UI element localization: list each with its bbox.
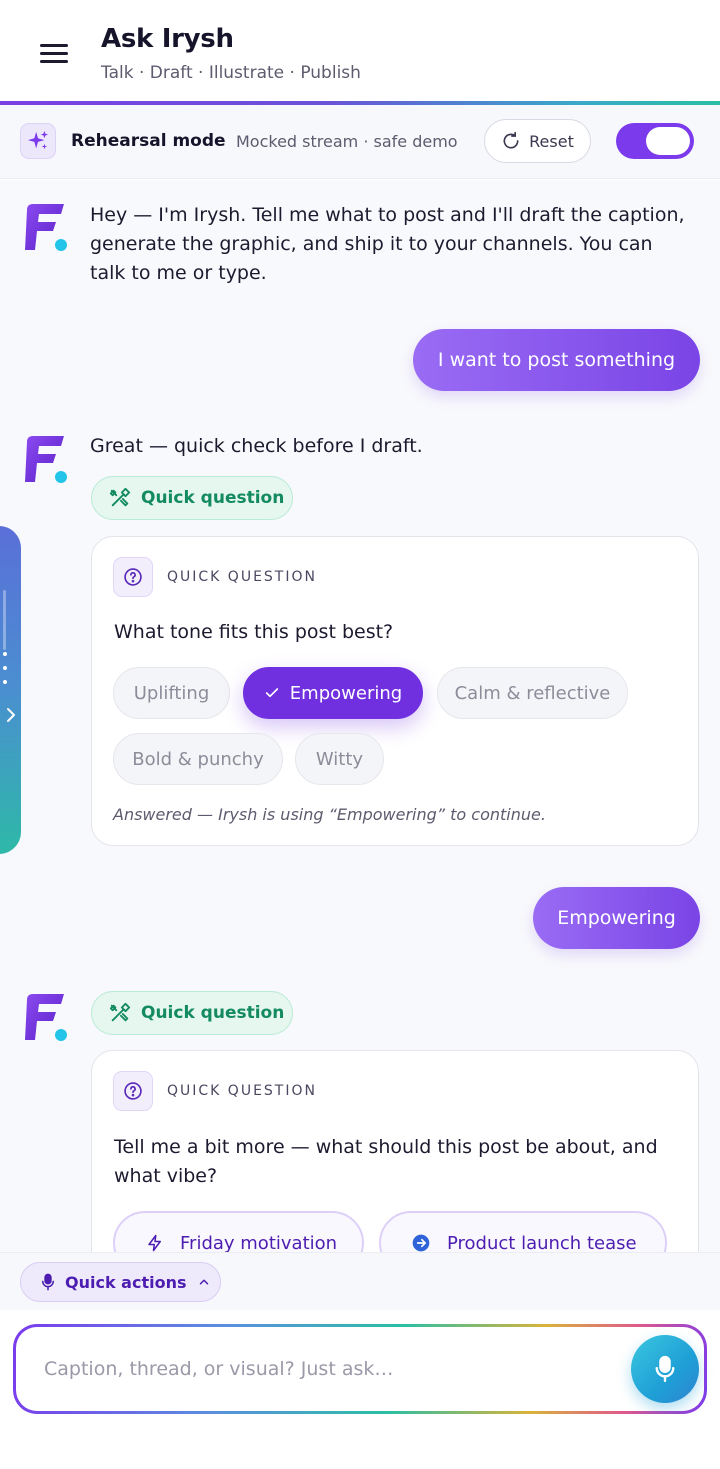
question-icon	[113, 557, 153, 597]
rehearsal-title: Rehearsal mode	[71, 131, 226, 151]
bottom-safe-area	[0, 1414, 720, 1469]
irysh-logo-icon	[25, 994, 67, 1041]
question-header: QUICK QUESTION	[167, 1083, 317, 1099]
rehearsal-bar: Rehearsal mode Mocked stream · safe demo…	[0, 105, 720, 179]
question-card: QUICK QUESTION What tone fits this post …	[91, 536, 699, 846]
app-title: Ask Irysh	[101, 24, 234, 54]
option-empowering[interactable]: Empowering	[243, 667, 423, 719]
tool-chip-quick-question: Quick question	[91, 476, 293, 520]
question-text: What tone fits this post best?	[114, 621, 394, 643]
tools-icon	[109, 487, 131, 507]
suggestion-label: Friday motivation	[180, 1233, 338, 1252]
answered-note: Answered — Irysh is using “Empowering” t…	[113, 805, 546, 824]
lightning-icon	[148, 1234, 161, 1252]
voice-button[interactable]	[631, 1335, 699, 1403]
irysh-logo-icon	[25, 436, 67, 483]
quick-actions-bar: Quick actions	[0, 1252, 720, 1310]
mic-icon	[41, 1273, 55, 1291]
reset-button[interactable]: Reset	[484, 119, 591, 163]
suggestion-friday-motivation[interactable]: Friday motivation	[113, 1211, 364, 1252]
tool-chip-quick-question: Quick question	[91, 991, 293, 1035]
refresh-icon	[503, 131, 519, 149]
menu-icon[interactable]	[40, 44, 68, 64]
toggle-knob	[646, 127, 690, 155]
check-icon	[265, 688, 278, 698]
quick-actions-button[interactable]: Quick actions	[20, 1262, 221, 1302]
tool-chip-label: Quick question	[141, 1003, 285, 1023]
chat-input[interactable]	[44, 1327, 604, 1411]
question-header: QUICK QUESTION	[167, 569, 317, 585]
chevron-up-icon	[199, 1279, 208, 1285]
option-witty[interactable]: Witty	[295, 733, 384, 785]
user-message: I want to post something	[413, 329, 700, 391]
user-message: Empowering	[533, 887, 700, 949]
rehearsal-toggle[interactable]	[616, 123, 694, 159]
irysh-logo-icon	[25, 204, 67, 251]
tools-icon	[109, 1002, 131, 1022]
bot-message: Great — quick check before I draft.	[90, 435, 423, 457]
bot-message-intro: Hey — I'm Irysh. Tell me what to post an…	[90, 204, 685, 284]
tool-chip-label: Quick question	[141, 488, 285, 508]
app-subtitle: Talk · Draft · Illustrate · Publish	[101, 63, 361, 83]
question-card: QUICK QUESTION Tell me a bit more — what…	[91, 1050, 699, 1252]
question-text: Tell me a bit more — what should this po…	[114, 1136, 658, 1187]
question-icon	[113, 1071, 153, 1111]
option-bold-punchy[interactable]: Bold & punchy	[113, 733, 283, 785]
suggestion-label: Product launch tease	[447, 1233, 637, 1252]
composer	[13, 1324, 707, 1414]
option-label: Empowering	[289, 682, 403, 704]
arrow-circle-icon	[412, 1234, 430, 1252]
reset-label: Reset	[529, 131, 574, 151]
quick-actions-label: Quick actions	[65, 1272, 187, 1292]
chevron-right-icon	[7, 708, 15, 722]
app-header: Ask Irysh Talk · Draft · Illustrate · Pu…	[0, 0, 720, 105]
side-drawer-handle[interactable]	[0, 526, 21, 854]
chat-thread[interactable]: Hey — I'm Irysh. Tell me what to post an…	[0, 180, 720, 1252]
sparkle-icon	[20, 123, 56, 159]
option-calm-reflective[interactable]: Calm & reflective	[437, 667, 628, 719]
suggestion-product-launch[interactable]: Product launch tease	[379, 1211, 667, 1252]
option-uplifting[interactable]: Uplifting	[113, 667, 230, 719]
rehearsal-note: Mocked stream · safe demo	[236, 132, 458, 151]
mic-icon	[655, 1355, 675, 1383]
